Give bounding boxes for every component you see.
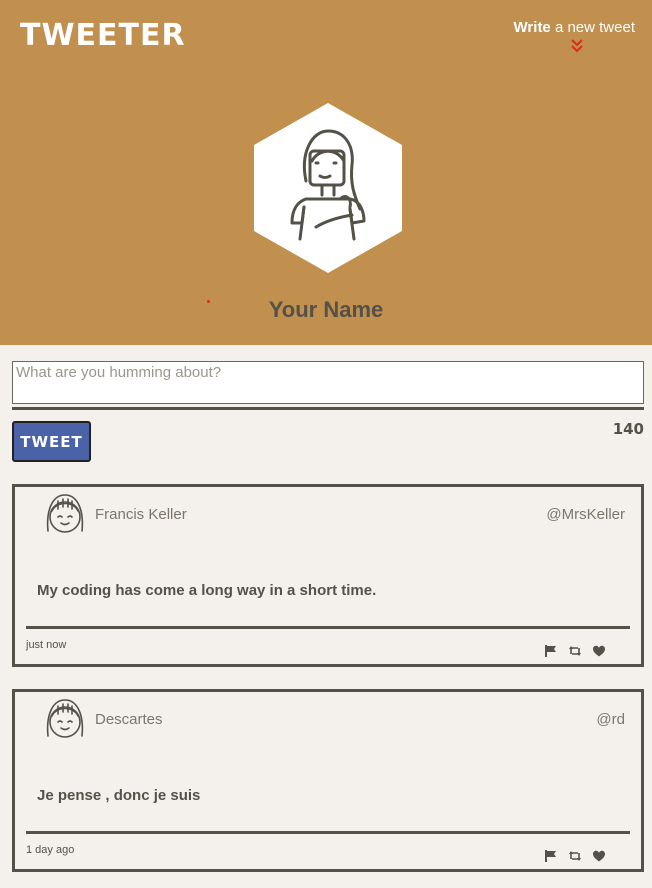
profile-avatar [254, 103, 402, 273]
write-rest-label: a new tweet [550, 19, 635, 36]
tweet-timestamp: just now [26, 639, 67, 651]
tweet-divider [26, 626, 630, 629]
tweet-text: My coding has come a long way in a short… [37, 582, 377, 599]
tweet-timestamp: 1 day ago [26, 844, 75, 856]
write-new-tweet-link[interactable]: Write a new tweet [514, 19, 635, 36]
tweet-card: Francis Keller @MrsKeller My coding has … [12, 484, 644, 667]
retweet-icon[interactable] [568, 849, 582, 863]
heart-icon[interactable] [592, 849, 606, 863]
flag-icon[interactable] [544, 849, 558, 863]
page-header: TWEETER Write a new tweet Your Name [0, 0, 652, 345]
heart-icon[interactable] [592, 644, 606, 658]
profile-name: Your Name [268, 297, 384, 322]
tweet-divider [26, 831, 630, 834]
write-bold-label: Write [513, 19, 551, 36]
tweet-author-handle[interactable]: @rd [596, 711, 625, 728]
tweet-author-name[interactable]: Francis Keller [95, 506, 187, 523]
tweet-author-name[interactable]: Descartes [95, 711, 163, 728]
tweet-button[interactable]: TWEET [12, 421, 91, 462]
character-counter: 140 [612, 420, 644, 438]
retweet-icon[interactable] [568, 644, 582, 658]
composer-divider [12, 407, 644, 410]
double-chevron-down-icon[interactable] [571, 39, 583, 53]
app-logo[interactable]: TWEETER [20, 18, 186, 54]
tweet-card: Descartes @rd Je pense , donc je suis 1 … [12, 689, 644, 872]
user-avatar [46, 699, 84, 738]
tweet-actions [544, 644, 606, 658]
tweet-text: Je pense , donc je suis [37, 787, 201, 804]
tweet-compose-input[interactable] [12, 361, 644, 404]
tweet-author-handle[interactable]: @MrsKeller [546, 506, 625, 523]
flag-icon[interactable] [544, 644, 558, 658]
user-avatar [46, 494, 84, 533]
tweet-actions [544, 849, 606, 863]
